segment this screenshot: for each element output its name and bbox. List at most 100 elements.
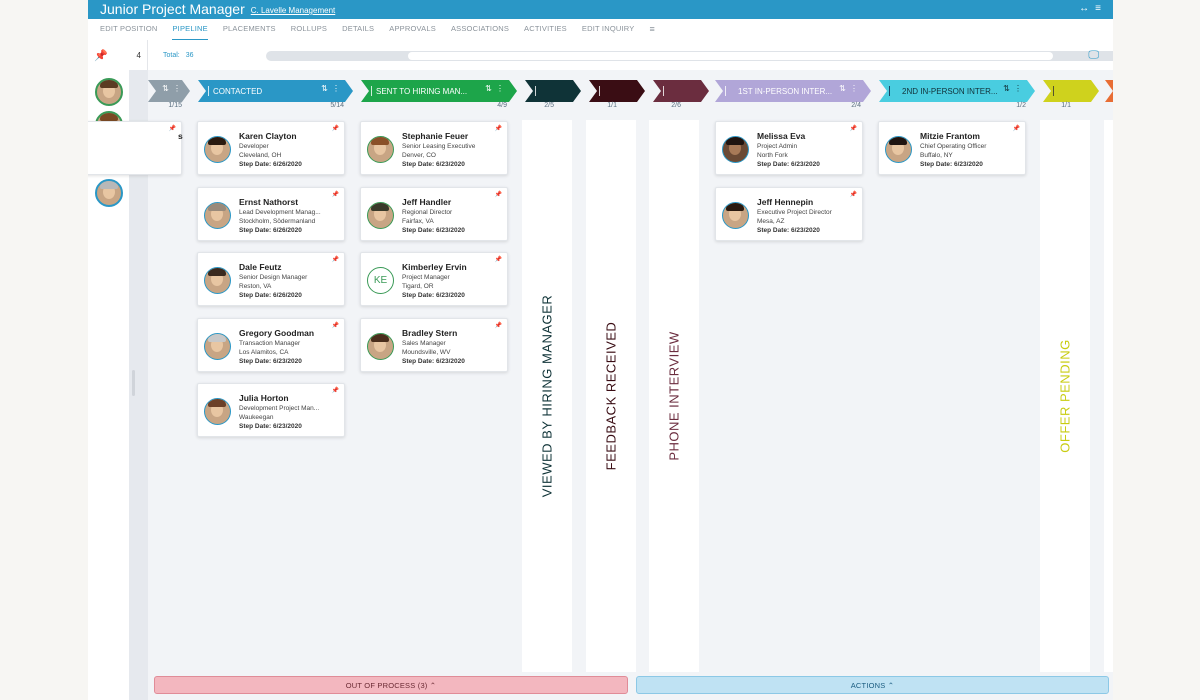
menu-icon[interactable]: ≡ (1095, 3, 1101, 14)
pin-icon[interactable]: 📌 (1013, 125, 1020, 132)
out-of-process-button[interactable]: OUT OF PROCESS (3) ⌃ (154, 676, 628, 694)
candidate-card[interactable]: Melissa Eva Project Admin North Fork Ste… (715, 121, 863, 175)
stage-count: 1/1 (1061, 102, 1071, 109)
tab-placements[interactable]: PLACEMENTS (223, 19, 276, 40)
candidate-name: Bradley Stern (402, 328, 458, 338)
candidate-role: Regional Director (402, 209, 453, 216)
tab-edit-position[interactable]: EDIT POSITION (100, 19, 157, 40)
tab-pipeline[interactable]: PIPELINE (172, 19, 208, 40)
candidate-card[interactable]: Stephanie Feuer Senior Leasing Executive… (360, 121, 508, 175)
stage-header-offer-pending[interactable] (1043, 80, 1099, 102)
pin-icon[interactable]: 📌 (850, 191, 857, 198)
candidate-role: Senior Design Manager (239, 274, 308, 281)
pin-icon[interactable]: 📌 (332, 387, 339, 394)
actions-button[interactable]: ACTIONS ⌃ (636, 676, 1109, 694)
title-bar: Junior Project Manager C. Lavelle Manage… (88, 0, 1113, 19)
pin-icon[interactable]: 📌 (495, 322, 502, 329)
candidate-card[interactable]: KE Kimberley Ervin Project Manager Tigar… (360, 252, 508, 306)
candidate-location: North Fork (757, 152, 788, 159)
candidate-card[interactable]: Dale Feutz Senior Design Manager Reston,… (197, 252, 345, 306)
candidate-card[interactable]: Gregory Goodman Transaction Manager Los … (197, 318, 345, 372)
candidate-card[interactable]: Jeff Hennepin Executive Project Director… (715, 187, 863, 241)
step-date: Step Date: 6/23/2020 (402, 161, 465, 168)
avatar (722, 136, 749, 163)
step-date: Step Date: 6/26/2020 (239, 292, 302, 299)
candidate-location: Fairfax, VA (402, 218, 434, 225)
drag-handle[interactable] (132, 370, 135, 396)
stage-header-contacted[interactable]: CONTACTED ⇅ ⋮ (198, 80, 353, 102)
candidate-location: Denver, CO (402, 152, 436, 159)
stage-header-second-in-person[interactable]: 2ND IN-PERSON INTER... ⇅ ⋮ (879, 80, 1035, 102)
candidate-name: Mitzie Frantom (920, 131, 980, 141)
pin-icon[interactable]: 📌 (169, 125, 176, 132)
stage-count: 1/2 (1016, 102, 1026, 109)
lane-phone-interview[interactable]: PHONE INTERVIEW (649, 120, 699, 672)
tab-activities[interactable]: ACTIVITIES (524, 19, 567, 40)
stage-header-viewed[interactable] (525, 80, 581, 102)
pin-icon[interactable]: 📌 (495, 191, 502, 198)
monitor-icon[interactable]: 🖵 (1088, 49, 1099, 62)
stage-header-phone-interview[interactable] (653, 80, 709, 102)
total-label: Total: (163, 51, 180, 59)
tab-bar: EDIT POSITION PIPELINE PLACEMENTS ROLLUP… (88, 19, 1113, 40)
pin-icon[interactable]: 📌 (850, 125, 857, 132)
candidate-name: Stephanie Feuer (402, 131, 469, 141)
pin-icon[interactable]: 📌 (332, 256, 339, 263)
stage-header-feedback[interactable] (589, 80, 645, 102)
stage-header-previous[interactable]: ⇅ ⋮ (148, 80, 190, 102)
lane-offer-pending[interactable]: OFFER PENDING (1040, 120, 1090, 672)
avatar[interactable] (95, 78, 123, 106)
lane-feedback-received[interactable]: FEEDBACK RECEIVED (586, 120, 636, 672)
step-date: Step Date: 6/23/2020 (402, 227, 465, 234)
candidate-card[interactable]: Bradley Stern Sales Manager Moundsville,… (360, 318, 508, 372)
step-date: Step Date: 6/23/2020 (402, 292, 465, 299)
pin-icon[interactable]: 📌 (332, 125, 339, 132)
candidate-card[interactable]: Ernst Nathorst Lead Development Manag...… (197, 187, 345, 241)
stage-count: 2/5 (544, 102, 554, 109)
tab-edit-inquiry[interactable]: EDIT INQUIRY (582, 19, 635, 40)
candidate-card[interactable]: Jeff Handler Regional Director Fairfax, … (360, 187, 508, 241)
stage-header-next[interactable] (1105, 80, 1113, 102)
tab-rollups[interactable]: ROLLUPS (291, 19, 327, 40)
total-bar: Total: 36 🖵 (148, 40, 1113, 70)
stage-header-sent-to-hiring-manager[interactable]: SENT TO HIRING MAN... ⇅ ⋮ (361, 80, 517, 102)
candidate-role: Senior Leasing Executive (402, 143, 476, 150)
stage-label: CONTACTED (213, 86, 263, 96)
stage-count: 1/1 (607, 102, 617, 109)
candidate-name: Kimberley Ervin (402, 262, 467, 272)
pin-icon[interactable]: 📌 (495, 256, 502, 263)
candidate-card[interactable]: Mitzie Frantom Chief Operating Officer B… (878, 121, 1026, 175)
tab-details[interactable]: DETAILS (342, 19, 374, 40)
step-date: Step Date: 6/26/2020 (239, 161, 302, 168)
candidate-role: Chief Operating Officer (920, 143, 987, 150)
avatar[interactable] (95, 179, 123, 207)
candidate-name: Jeff Handler (402, 197, 452, 207)
pin-icon[interactable]: 📌 (332, 322, 339, 329)
candidate-role: Lead Development Manag... (239, 209, 321, 216)
pin-icon[interactable]: 📌 (94, 49, 108, 62)
stage-label: SENT TO HIRING MAN... (376, 86, 468, 96)
lane-next[interactable] (1104, 120, 1113, 672)
tab-associations[interactable]: ASSOCIATIONS (451, 19, 509, 40)
horizontal-scrollbar[interactable] (266, 51, 1113, 61)
lane-label: OFFER PENDING (1057, 339, 1073, 453)
tab-approvals[interactable]: APPROVALS (389, 19, 436, 40)
candidate-name: Karen Clayton (239, 131, 297, 141)
stage-count: 2/6 (671, 102, 681, 109)
scrollbar-thumb[interactable] (408, 52, 1053, 60)
expand-icon[interactable]: ↔ (1079, 3, 1089, 14)
candidate-card-partial[interactable]: s 📌 (88, 121, 183, 175)
company-link[interactable]: C. Lavelle Management (251, 6, 336, 15)
candidate-card[interactable]: Julia Horton Development Project Man... … (197, 383, 345, 437)
candidate-location: Stockholm, Södermanland (239, 218, 316, 225)
stage-header-first-in-person[interactable]: 1ST IN-PERSON INTER... ⇅ ⋮ (715, 80, 871, 102)
candidate-role: Project Admin (757, 143, 798, 150)
pin-icon[interactable]: 📌 (495, 125, 502, 132)
candidate-name: Melissa Eva (757, 131, 806, 141)
pin-icon[interactable]: 📌 (332, 191, 339, 198)
avatar (204, 136, 231, 163)
lane-viewed-by-hiring-manager[interactable]: VIEWED BY HIRING MANAGER (522, 120, 572, 672)
candidate-card[interactable]: Karen Clayton Developer Cleveland, OH St… (197, 121, 345, 175)
avatar (885, 136, 912, 163)
tabs-menu-icon[interactable]: ≡ (649, 19, 654, 40)
